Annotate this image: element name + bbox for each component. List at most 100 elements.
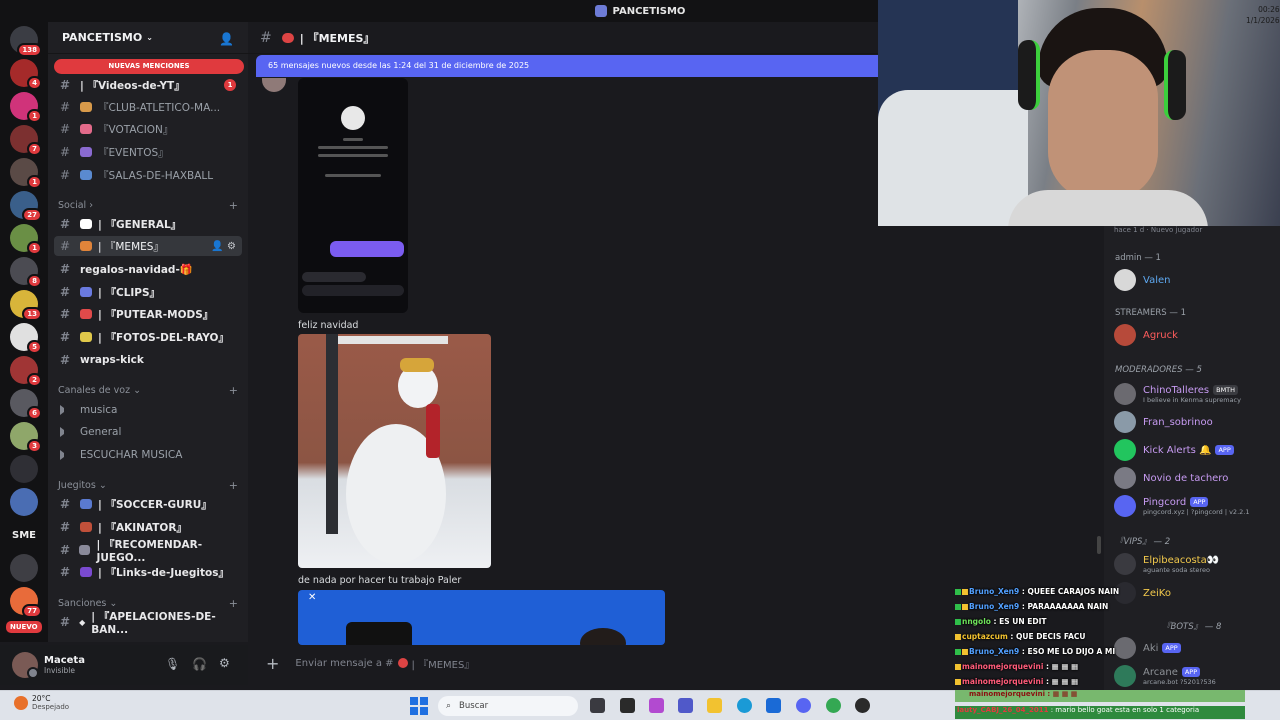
server-icon[interactable]: 7 (10, 125, 42, 156)
unread-badge: 27 (22, 208, 42, 222)
server-icon[interactable]: 1 (10, 92, 42, 123)
microphone-icon[interactable]: 🎙 (165, 657, 180, 671)
add-channel-icon[interactable]: + (229, 199, 238, 212)
server-icon[interactable]: 4 (10, 59, 42, 90)
badge-icon (955, 619, 961, 625)
add-attachment-icon[interactable]: + (266, 654, 279, 673)
channel-putear-mods[interactable]: # | 『PUTEAR-MODS』 (54, 304, 242, 324)
screenshot-attachment[interactable] (298, 78, 408, 313)
channel-settings-icon[interactable]: 👤 ⚙ (211, 241, 236, 252)
message-avatar[interactable] (262, 78, 286, 92)
server-icon[interactable]: 27 (10, 191, 42, 222)
server-icon[interactable]: 6 (10, 389, 42, 420)
member-item[interactable]: Agruck (1114, 323, 1278, 347)
channel-apelaciones[interactable]: # ◆ | 『APELACIONES-DE-BAN... (54, 611, 242, 636)
system-clock[interactable]: 00:26 1/1/2026 (1246, 4, 1280, 26)
category-juegitos[interactable]: Juegitos ⌄ + (58, 479, 238, 492)
chrome-icon[interactable] (826, 698, 841, 713)
video-attachment[interactable]: ✕ (298, 590, 665, 645)
new-messages-bar[interactable]: 65 mensajes nuevos desde las 1:24 del 31… (256, 55, 878, 77)
category-social[interactable]: Social › + (58, 199, 238, 212)
unread-badge: 4 (27, 76, 42, 90)
member-item[interactable]: Elpibeacosta👀 aguante soda stereo (1114, 552, 1278, 576)
category-label: Sanciones (58, 598, 107, 609)
windows-start-icon[interactable] (410, 697, 428, 715)
server-rail: 138 4 1 7 1 27 1 8 13 5 2 6 3 SME 77 NUE… (0, 22, 48, 642)
category-voice[interactable]: Canales de voz ⌄ + (58, 384, 238, 397)
edge-icon[interactable] (737, 698, 752, 713)
message-composer[interactable]: + Enviar mensaje a # | 『MEMES』 (258, 650, 878, 676)
server-header[interactable]: PANCETISMO ⌄ 👤 (48, 22, 248, 54)
folder-icon[interactable] (707, 698, 722, 713)
add-channel-icon[interactable]: + (229, 479, 238, 492)
search-placeholder: Buscar (459, 701, 489, 711)
server-icon[interactable]: 3 (10, 422, 42, 453)
headphones-icon[interactable]: 🎧 (192, 657, 207, 671)
user-names[interactable]: Maceta Invisible (44, 655, 85, 675)
server-icon[interactable]: 8 (10, 257, 42, 288)
member-topline: hace 1 d · Nuevo jugador (1114, 226, 1203, 234)
member-item[interactable]: Pingcord APP pingcord.xyz | ?pingcord | v2… (1114, 494, 1278, 518)
channel-emoji-icon (80, 499, 92, 509)
invite-icon[interactable]: 👤 (219, 32, 234, 46)
channel-salas-haxball[interactable]: # 『SALAS-DE-HAXBALL (54, 165, 242, 185)
channel-eventos[interactable]: # 『EVENTOS』 (54, 142, 242, 162)
logo-shape (346, 622, 412, 645)
copilot-icon[interactable] (649, 698, 664, 713)
server-sme[interactable]: SME (10, 521, 38, 549)
text-line (318, 154, 388, 157)
hash-icon: # (260, 29, 272, 46)
channel-club-atletico[interactable]: # 『CLUB-ATLETICO-MA... (54, 97, 242, 117)
voice-channel-escuchar-musica[interactable]: ESCUCHAR MUSICA (54, 445, 242, 465)
voice-channel-musica[interactable]: musica (54, 400, 242, 420)
weather-widget[interactable]: 20°C Despejado (14, 694, 69, 711)
member-item[interactable]: Novio de tachero (1114, 466, 1278, 490)
task-view-icon[interactable] (590, 698, 605, 713)
member-item[interactable]: Fran_sobrinoo (1114, 410, 1278, 434)
server-icon[interactable]: 13 (10, 290, 42, 321)
teams-icon[interactable] (678, 698, 693, 713)
server-icon[interactable]: 2 (10, 356, 42, 387)
channel-clips[interactable]: # | 『CLIPS』 (54, 282, 242, 302)
channel-memes[interactable]: # | 『MEMES』 👤 ⚙ (54, 236, 242, 256)
discord-icon[interactable] (796, 698, 811, 713)
snowman-image[interactable] (298, 334, 491, 568)
channel-votacion[interactable]: # 『VOTACION』 (54, 119, 242, 139)
gear-icon[interactable]: ⚙ (219, 656, 230, 670)
channel-links-juegitos[interactable]: # | 『Links-de-Juegitos』 (54, 562, 242, 582)
add-channel-icon[interactable]: + (229, 384, 238, 397)
store-icon[interactable] (766, 698, 781, 713)
channel-regalos-navidad[interactable]: # regalos-navidad-🎁 (54, 259, 242, 279)
category-sanciones[interactable]: Sanciones ⌄ + (58, 597, 238, 610)
server-icon[interactable]: 1 (10, 158, 42, 189)
member-item[interactable]: ChinoTalleres BMTH I believe in Kenma supr… (1114, 382, 1278, 406)
channel-soccer-guru[interactable]: # | 『SOCCER-GURU』 (54, 494, 242, 514)
server-icon[interactable] (10, 554, 38, 582)
bullet-icon: ◆ (79, 617, 86, 627)
taskbar-search[interactable]: ⌕ Buscar (438, 696, 578, 716)
dm-home-button[interactable]: 138 (10, 26, 42, 57)
channel-fotos-del-rayo[interactable]: # | 『FOTOS-DEL-RAYO』 (54, 327, 242, 347)
capcut-icon[interactable] (620, 698, 635, 713)
server-icon[interactable] (10, 488, 38, 516)
avatar[interactable] (12, 652, 39, 679)
close-icon[interactable]: ✕ (308, 592, 316, 603)
member-item[interactable]: Kick Alerts 🔔 APP (1114, 438, 1278, 462)
channel-wraps-kick[interactable]: # wraps-kick (54, 350, 242, 370)
server-icon[interactable]: 5 (10, 323, 42, 354)
voice-channel-general[interactable]: General (54, 422, 242, 442)
channel-recomendar-juego[interactable]: # | 『RECOMENDAR-JUEGO... (54, 539, 242, 564)
server-icon[interactable] (10, 455, 38, 483)
chat-message: QUEEE CARAJOS NAIN (1027, 587, 1120, 596)
new-mentions-pill[interactable]: NUEVAS MENCIONES (54, 59, 244, 74)
channel-general[interactable]: # | 『GENERAL』 (54, 214, 242, 234)
channel-akinator[interactable]: # | 『AKINATOR』 (54, 517, 242, 537)
channel-videos-yt[interactable]: # | 『Videos-de-YT』 1 (54, 75, 242, 95)
text-line (318, 146, 388, 149)
scrollbar[interactable] (1097, 536, 1101, 554)
server-icon[interactable]: 1 (10, 224, 42, 255)
server-icon[interactable]: 77 (10, 587, 42, 618)
member-item[interactable]: Valen (1114, 268, 1278, 292)
chat-user: nngolo (962, 617, 991, 626)
obs-icon[interactable] (855, 698, 870, 713)
